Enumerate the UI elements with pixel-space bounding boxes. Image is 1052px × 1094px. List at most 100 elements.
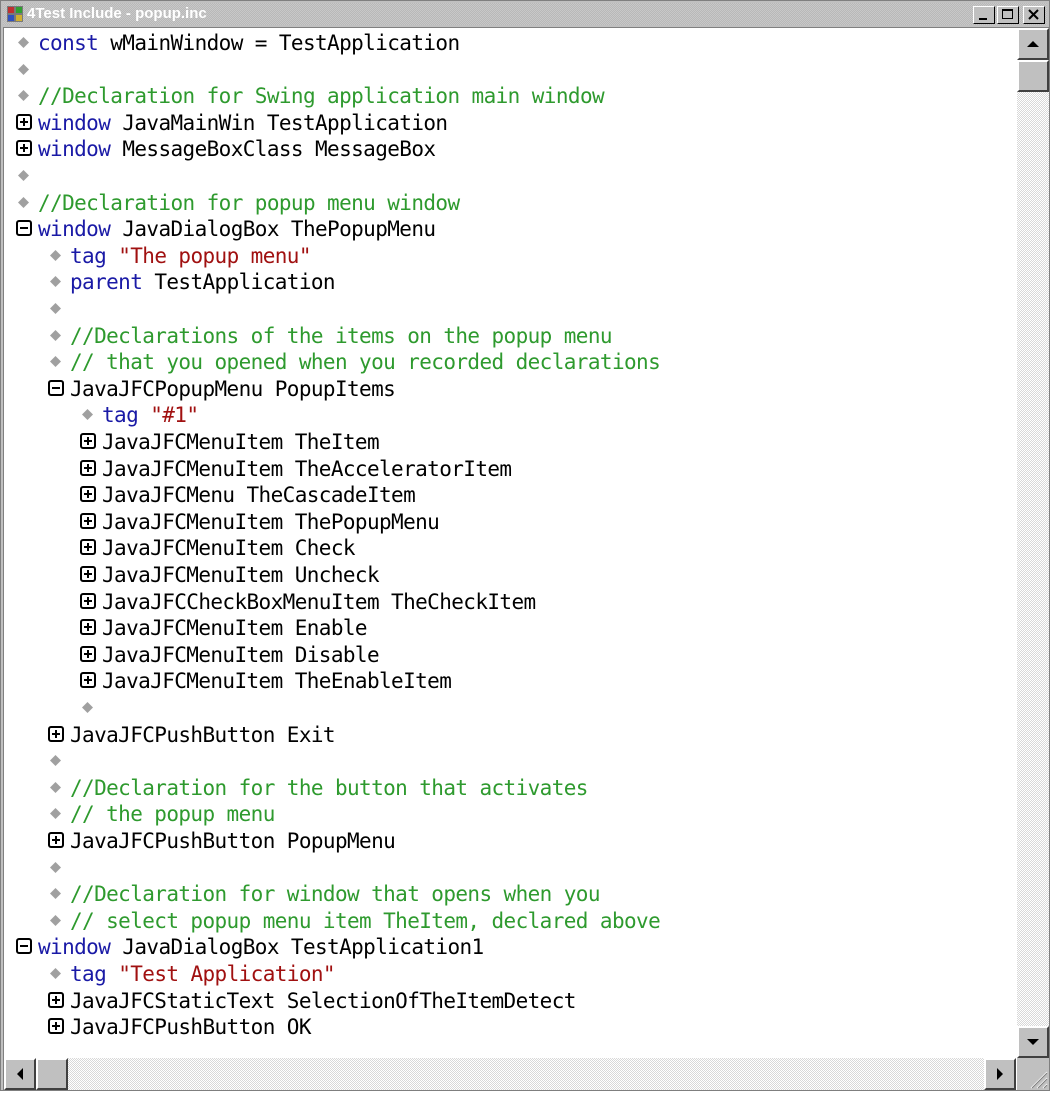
code-text: JavaJFCMenuItem TheAcceleratorItem [102, 457, 512, 481]
diamond-bullet-icon [18, 196, 29, 208]
code-text: JavaJFCCheckBoxMenuItem TheCheckItem [102, 590, 536, 614]
arrow-right-icon [997, 1068, 1003, 1080]
code-token: TestApplication [154, 270, 335, 295]
diamond-bullet-icon [18, 90, 29, 102]
code-token: JavaDialogBox ThePopupMenu [122, 217, 436, 242]
code-text: JavaJFCMenu TheCascadeItem [102, 483, 416, 507]
expand-plus-icon[interactable] [80, 486, 96, 503]
scroll-left-button[interactable] [4, 1058, 36, 1090]
code-token: window [38, 137, 123, 162]
code-token: JavaJFCMenuItem ThePopupMenu [102, 509, 440, 534]
code-text: JavaJFCMenuItem TheItem [102, 430, 380, 454]
collapse-minus-icon[interactable] [48, 379, 64, 396]
scroll-down-button[interactable] [1017, 1026, 1049, 1058]
code-text: JavaJFCMenuItem ThePopupMenu [102, 509, 440, 534]
title-bar[interactable]: 4Test Include - popup.inc [3, 3, 1047, 25]
expand-plus-icon[interactable] [80, 459, 96, 476]
vertical-scrollbar[interactable] [1017, 28, 1049, 1058]
arrow-left-icon [17, 1068, 23, 1080]
scroll-up-button[interactable] [1017, 28, 1049, 60]
code-text: JavaJFCMenuItem Enable [102, 616, 368, 640]
diamond-bullet-icon [50, 303, 61, 314]
code-text: tag "#1" [102, 403, 199, 428]
scroll-right-button[interactable] [984, 1058, 1016, 1090]
expand-plus-icon[interactable] [48, 832, 64, 848]
maximize-button[interactable] [997, 6, 1019, 24]
code-text: JavaJFCPushButton PopupMenu [70, 829, 396, 853]
close-icon [1028, 9, 1039, 20]
code-text: JavaJFCMenuItem Uncheck [102, 563, 380, 587]
code-text: JavaJFCMenuItem Check [102, 536, 356, 561]
arrow-down-icon [1027, 1039, 1039, 1045]
code-token: JavaDialogBox TestApplication1 [122, 935, 484, 960]
code-text: //Declaration for popup menu window [38, 191, 460, 215]
code-token: tag [70, 243, 119, 268]
close-button[interactable] [1023, 6, 1045, 24]
code-token: //Declaration for the button that activa… [70, 775, 588, 800]
code-text: window JavaDialogBox TestApplication1 [38, 935, 484, 959]
code-token: JavaJFCPushButton PopupMenu [70, 829, 396, 853]
expand-plus-icon[interactable] [48, 991, 64, 1008]
collapse-minus-icon[interactable] [16, 220, 32, 237]
code-token: JavaJFCMenuItem TheEnableItem [102, 669, 452, 694]
expand-plus-icon[interactable] [80, 433, 96, 449]
expand-plus-icon[interactable] [80, 672, 96, 689]
diamond-bullet-icon [50, 808, 61, 820]
diamond-bullet-icon [50, 249, 61, 261]
size-grip[interactable] [1017, 1058, 1049, 1090]
diamond-bullet-icon [82, 409, 93, 421]
window-title: 4Test Include - popup.inc [27, 5, 207, 22]
expand-plus-icon[interactable] [80, 645, 96, 662]
code-token: //Declaration for Swing application main… [38, 84, 605, 109]
code-text: window JavaMainWin TestApplication [38, 110, 448, 135]
diamond-bullet-icon [18, 37, 29, 48]
expand-plus-icon[interactable] [48, 1018, 64, 1035]
collapse-minus-icon[interactable] [16, 938, 32, 955]
code-token: window [38, 110, 123, 135]
vertical-scroll-thumb[interactable] [1017, 60, 1049, 92]
code-token: tag [102, 403, 151, 428]
expand-plus-icon[interactable] [80, 619, 96, 636]
diamond-bullet-icon [50, 968, 61, 979]
horizontal-scroll-thumb[interactable] [36, 1058, 68, 1090]
code-token: JavaJFCPushButton Exit [70, 722, 336, 747]
code-text: const wMainWindow = TestApplication [38, 31, 460, 55]
horizontal-scrollbar[interactable] [4, 1058, 1016, 1090]
code-token: // the popup menu [70, 802, 275, 827]
code-token: JavaJFCPopupMenu PopupItems [70, 376, 396, 401]
expand-plus-icon[interactable] [80, 539, 96, 556]
minimize-icon [979, 18, 987, 20]
code-token: parent [70, 270, 155, 295]
code-token: //Declaration for window that opens when… [70, 882, 601, 907]
code-text: // select popup menu item TheItem, decla… [70, 909, 661, 933]
expand-plus-icon[interactable] [16, 113, 32, 130]
expand-plus-icon[interactable] [80, 592, 96, 609]
app-icon[interactable] [7, 6, 23, 22]
editor-window: 4Test Include - popup.inc const wMainWin… [0, 0, 1050, 1091]
code-token: JavaJFCStaticText SelectionOfTheItemDete… [70, 988, 576, 1013]
code-outline[interactable]: const wMainWindow = TestApplication //Dec… [4, 28, 1016, 1058]
code-text: JavaJFCPopupMenu PopupItems [70, 376, 396, 401]
code-token: JavaJFCMenuItem Check [102, 536, 356, 561]
code-text: JavaJFCStaticText SelectionOfTheItemDete… [70, 989, 576, 1013]
code-token: JavaJFCMenuItem Uncheck [102, 563, 380, 587]
code-text: window JavaDialogBox ThePopupMenu [38, 217, 436, 242]
expand-plus-icon[interactable] [80, 512, 96, 529]
expand-plus-icon[interactable] [80, 566, 96, 582]
editor-client-area: const wMainWindow = TestApplication //Dec… [3, 27, 1049, 1090]
expand-plus-icon[interactable] [48, 725, 64, 742]
diamond-bullet-icon [50, 755, 61, 767]
minimize-button[interactable] [973, 6, 995, 24]
code-token: tag [70, 962, 119, 986]
code-text: //Declaration for Swing application main… [38, 84, 605, 109]
code-text: window MessageBoxClass MessageBox [38, 137, 436, 162]
code-token: JavaJFCPushButton OK [70, 1015, 311, 1040]
diamond-bullet-icon [50, 781, 61, 793]
code-token: //Declaration for popup menu window [38, 190, 460, 215]
code-text: JavaJFCPushButton Exit [70, 722, 336, 747]
maximize-icon [1002, 9, 1013, 19]
code-text: JavaJFCMenuItem TheEnableItem [102, 669, 452, 694]
expand-plus-icon[interactable] [16, 140, 32, 157]
code-token: window [38, 217, 123, 242]
code-text: //Declaration for the button that activa… [70, 776, 588, 800]
